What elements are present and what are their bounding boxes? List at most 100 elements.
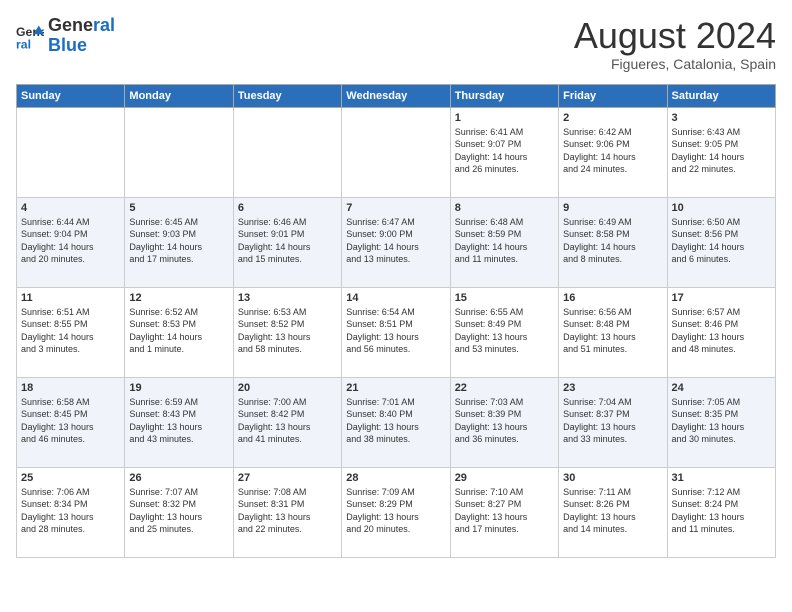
weekday-header-tuesday: Tuesday: [233, 84, 341, 107]
weekday-header-friday: Friday: [559, 84, 667, 107]
weekday-header-sunday: Sunday: [17, 84, 125, 107]
day-content: Sunrise: 7:00 AM Sunset: 8:42 PM Dayligh…: [238, 396, 337, 446]
calendar-cell: [125, 107, 233, 197]
calendar-week-5: 25 Sunrise: 7:06 AM Sunset: 8:34 PM Dayli…: [17, 467, 776, 557]
logo: Gene ral GeneralBlue: [16, 16, 115, 56]
weekday-header-thursday: Thursday: [450, 84, 558, 107]
calendar-cell: 30 Sunrise: 7:11 AM Sunset: 8:26 PM Dayli…: [559, 467, 667, 557]
day-number: 25: [21, 472, 120, 484]
day-number: 17: [672, 292, 771, 304]
calendar-cell: 27 Sunrise: 7:08 AM Sunset: 8:31 PM Dayli…: [233, 467, 341, 557]
day-number: 2: [563, 112, 662, 124]
calendar-cell: 21 Sunrise: 7:01 AM Sunset: 8:40 PM Dayli…: [342, 377, 450, 467]
day-number: 11: [21, 292, 120, 304]
calendar-cell: 24 Sunrise: 7:05 AM Sunset: 8:35 PM Dayli…: [667, 377, 775, 467]
logo-icon: Gene ral: [16, 22, 44, 50]
calendar-cell: 19 Sunrise: 6:59 AM Sunset: 8:43 PM Dayli…: [125, 377, 233, 467]
day-number: 14: [346, 292, 445, 304]
day-content: Sunrise: 7:11 AM Sunset: 8:26 PM Dayligh…: [563, 486, 662, 536]
day-content: Sunrise: 6:55 AM Sunset: 8:49 PM Dayligh…: [455, 306, 554, 356]
day-number: 23: [563, 382, 662, 394]
day-number: 9: [563, 202, 662, 214]
day-content: Sunrise: 6:48 AM Sunset: 8:59 PM Dayligh…: [455, 216, 554, 266]
calendar-cell: 13 Sunrise: 6:53 AM Sunset: 8:52 PM Dayli…: [233, 287, 341, 377]
day-content: Sunrise: 6:53 AM Sunset: 8:52 PM Dayligh…: [238, 306, 337, 356]
calendar-cell: 25 Sunrise: 7:06 AM Sunset: 8:34 PM Dayli…: [17, 467, 125, 557]
day-content: Sunrise: 7:05 AM Sunset: 8:35 PM Dayligh…: [672, 396, 771, 446]
day-content: Sunrise: 6:59 AM Sunset: 8:43 PM Dayligh…: [129, 396, 228, 446]
day-content: Sunrise: 6:43 AM Sunset: 9:05 PM Dayligh…: [672, 126, 771, 176]
day-number: 30: [563, 472, 662, 484]
calendar-cell: 29Sunrise: 7:10 AM Sunset: 8:27 PM Dayli…: [450, 467, 558, 557]
weekday-header-row: SundayMondayTuesdayWednesdayThursdayFrid…: [17, 84, 776, 107]
calendar-table: SundayMondayTuesdayWednesdayThursdayFrid…: [16, 84, 776, 558]
day-number: 13: [238, 292, 337, 304]
month-title: August 2024: [574, 16, 776, 56]
calendar-cell: [342, 107, 450, 197]
calendar-cell: 10 Sunrise: 6:50 AM Sunset: 8:56 PM Dayli…: [667, 197, 775, 287]
calendar-cell: 3Sunrise: 6:43 AM Sunset: 9:05 PM Daylig…: [667, 107, 775, 197]
calendar-cell: 2 Sunrise: 6:42 AM Sunset: 9:06 PM Daylig…: [559, 107, 667, 197]
calendar-week-3: 11Sunrise: 6:51 AM Sunset: 8:55 PM Dayli…: [17, 287, 776, 377]
calendar-cell: 15 Sunrise: 6:55 AM Sunset: 8:49 PM Dayli…: [450, 287, 558, 377]
day-content: Sunrise: 7:06 AM Sunset: 8:34 PM Dayligh…: [21, 486, 120, 536]
calendar-week-2: 4 Sunrise: 6:44 AM Sunset: 9:04 PM Daylig…: [17, 197, 776, 287]
calendar-cell: 8Sunrise: 6:48 AM Sunset: 8:59 PM Daylig…: [450, 197, 558, 287]
calendar-cell: 14 Sunrise: 6:54 AM Sunset: 8:51 PM Dayli…: [342, 287, 450, 377]
calendar-cell: 31Sunrise: 7:12 AM Sunset: 8:24 PM Dayli…: [667, 467, 775, 557]
day-content: Sunrise: 6:58 AM Sunset: 8:45 PM Dayligh…: [21, 396, 120, 446]
weekday-header-wednesday: Wednesday: [342, 84, 450, 107]
day-number: 18: [21, 382, 120, 394]
calendar-cell: [233, 107, 341, 197]
day-number: 27: [238, 472, 337, 484]
day-content: Sunrise: 6:47 AM Sunset: 9:00 PM Dayligh…: [346, 216, 445, 266]
calendar-week-4: 18 Sunrise: 6:58 AM Sunset: 8:45 PM Dayli…: [17, 377, 776, 467]
day-number: 15: [455, 292, 554, 304]
day-content: Sunrise: 7:08 AM Sunset: 8:31 PM Dayligh…: [238, 486, 337, 536]
calendar-cell: 16Sunrise: 6:56 AM Sunset: 8:48 PM Dayli…: [559, 287, 667, 377]
day-number: 5: [129, 202, 228, 214]
calendar-cell: 12Sunrise: 6:52 AM Sunset: 8:53 PM Dayli…: [125, 287, 233, 377]
day-content: Sunrise: 7:04 AM Sunset: 8:37 PM Dayligh…: [563, 396, 662, 446]
day-number: 24: [672, 382, 771, 394]
day-number: 19: [129, 382, 228, 394]
day-number: 26: [129, 472, 228, 484]
calendar-cell: [17, 107, 125, 197]
day-content: Sunrise: 6:50 AM Sunset: 8:56 PM Dayligh…: [672, 216, 771, 266]
calendar-cell: 4 Sunrise: 6:44 AM Sunset: 9:04 PM Daylig…: [17, 197, 125, 287]
day-number: 31: [672, 472, 771, 484]
day-number: 20: [238, 382, 337, 394]
weekday-header-saturday: Saturday: [667, 84, 775, 107]
calendar-week-1: 1Sunrise: 6:41 AM Sunset: 9:07 PM Daylig…: [17, 107, 776, 197]
day-content: Sunrise: 6:42 AM Sunset: 9:06 PM Dayligh…: [563, 126, 662, 176]
day-content: Sunrise: 6:54 AM Sunset: 8:51 PM Dayligh…: [346, 306, 445, 356]
title-block: August 2024 Figueres, Catalonia, Spain: [574, 16, 776, 72]
calendar-cell: 22 Sunrise: 7:03 AM Sunset: 8:39 PM Dayli…: [450, 377, 558, 467]
svg-text:ral: ral: [16, 37, 31, 50]
day-content: Sunrise: 6:41 AM Sunset: 9:07 PM Dayligh…: [455, 126, 554, 176]
day-content: Sunrise: 7:09 AM Sunset: 8:29 PM Dayligh…: [346, 486, 445, 536]
day-number: 28: [346, 472, 445, 484]
day-content: Sunrise: 6:44 AM Sunset: 9:04 PM Dayligh…: [21, 216, 120, 266]
calendar-cell: 17 Sunrise: 6:57 AM Sunset: 8:46 PM Dayli…: [667, 287, 775, 377]
location: Figueres, Catalonia, Spain: [574, 56, 776, 72]
calendar-cell: 5 Sunrise: 6:45 AM Sunset: 9:03 PM Daylig…: [125, 197, 233, 287]
day-content: Sunrise: 7:01 AM Sunset: 8:40 PM Dayligh…: [346, 396, 445, 446]
calendar-cell: 28 Sunrise: 7:09 AM Sunset: 8:29 PM Dayli…: [342, 467, 450, 557]
calendar-cell: 26Sunrise: 7:07 AM Sunset: 8:32 PM Dayli…: [125, 467, 233, 557]
logo-text: GeneralBlue: [48, 16, 115, 56]
day-number: 22: [455, 382, 554, 394]
day-number: 21: [346, 382, 445, 394]
calendar-body: 1Sunrise: 6:41 AM Sunset: 9:07 PM Daylig…: [17, 107, 776, 557]
day-content: Sunrise: 6:45 AM Sunset: 9:03 PM Dayligh…: [129, 216, 228, 266]
page-header: Gene ral GeneralBlue August 2024 Figuere…: [16, 16, 776, 72]
day-content: Sunrise: 7:03 AM Sunset: 8:39 PM Dayligh…: [455, 396, 554, 446]
day-number: 6: [238, 202, 337, 214]
day-content: Sunrise: 6:52 AM Sunset: 8:53 PM Dayligh…: [129, 306, 228, 356]
calendar-cell: 1Sunrise: 6:41 AM Sunset: 9:07 PM Daylig…: [450, 107, 558, 197]
day-number: 4: [21, 202, 120, 214]
day-content: Sunrise: 7:10 AM Sunset: 8:27 PM Dayligh…: [455, 486, 554, 536]
calendar-cell: 9Sunrise: 6:49 AM Sunset: 8:58 PM Daylig…: [559, 197, 667, 287]
day-content: Sunrise: 6:57 AM Sunset: 8:46 PM Dayligh…: [672, 306, 771, 356]
day-number: 10: [672, 202, 771, 214]
